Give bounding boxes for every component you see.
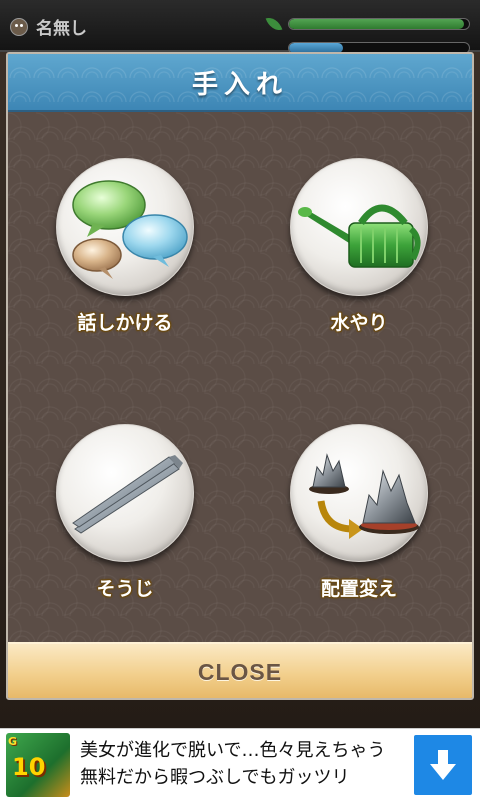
ad-thumbnail[interactable]: G 10 <box>6 733 70 797</box>
download-arrow-icon <box>430 750 456 780</box>
growth-gauge-fill <box>289 19 464 29</box>
game-status-bar: 名無し <box>0 0 480 54</box>
clean-button[interactable]: そうじ <box>15 424 235 664</box>
ad-text[interactable]: 美女が進化で脱いで…色々見えちゃう 無料だから暇つぶしでもガッツリ <box>80 737 400 797</box>
rearrange-rocks-icon <box>309 453 419 539</box>
watering-can-icon <box>298 204 421 268</box>
rearrange-circle[interactable] <box>290 424 428 562</box>
ad-thumb-number: 10 <box>12 753 46 781</box>
talk-label: 話しかける <box>77 312 173 334</box>
dialog-title: 手入れ <box>191 69 288 100</box>
ad-download-button[interactable] <box>414 735 472 795</box>
ad-badge: G <box>8 735 18 748</box>
care-dialog: 手入れ 話しかける 水やり そうじ 配置変え CLOSE <box>6 52 474 700</box>
tweezers-icon <box>72 455 183 534</box>
talk-circle[interactable] <box>56 158 194 296</box>
ad-banner[interactable]: G 10 美女が進化で脱いで…色々見えちゃう 無料だから暇つぶしでもガッツリ <box>0 728 480 800</box>
speech-bubbles-icon <box>72 180 188 279</box>
water-label: 水やり <box>330 312 388 334</box>
player-info: 名無し <box>10 14 87 39</box>
clean-circle[interactable] <box>56 424 194 562</box>
growth-gauge <box>288 18 470 30</box>
dialog-header: 手入れ <box>8 54 472 112</box>
water-circle[interactable] <box>290 158 428 296</box>
player-name: 名無し <box>36 19 87 39</box>
talk-button[interactable]: 話しかける <box>15 158 235 398</box>
rearrange-button[interactable]: 配置変え <box>249 424 469 664</box>
close-button[interactable]: CLOSE <box>8 642 472 698</box>
dialog-body: 話しかける 水やり そうじ 配置変え <box>8 112 472 642</box>
water-button[interactable]: 水やり <box>249 158 469 398</box>
face-icon <box>10 17 28 36</box>
rearrange-label: 配置変え <box>320 578 397 600</box>
leaf-icon <box>265 14 283 34</box>
close-label: CLOSE <box>197 658 283 685</box>
clean-label: そうじ <box>96 578 154 600</box>
